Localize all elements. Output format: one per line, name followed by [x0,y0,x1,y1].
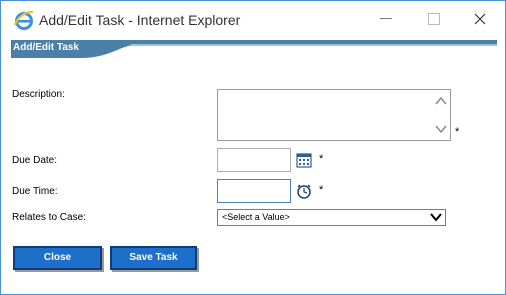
select-value: <Select a Value> [222,212,290,222]
section-title: Add/Edit Task [13,42,79,53]
close-button[interactable]: Close [13,246,102,270]
due-time-label: Due Time: [12,186,58,197]
description-field[interactable] [217,89,451,141]
required-mark: * [319,153,324,165]
calendar-icon[interactable] [296,152,312,168]
relates-to-case-label: Relates to Case: [12,212,86,223]
save-task-button[interactable]: Save Task [110,246,197,270]
clock-icon[interactable] [296,183,312,199]
window-title: Add/Edit Task - Internet Explorer [39,12,241,28]
minimize-button[interactable] [371,7,401,31]
maximize-icon [428,12,440,25]
title-bar: Add/Edit Task - Internet Explorer [1,1,505,39]
ie-logo-icon [14,10,34,30]
minimize-icon [380,18,392,20]
browser-window: Add/Edit Task - Internet Explorer Add/Ed… [0,0,506,295]
description-label: Description: [12,89,65,100]
section-header: Add/Edit Task [11,40,497,58]
required-mark: * [319,184,324,196]
due-date-label: Due Date: [12,155,58,166]
maximize-button[interactable] [419,7,449,31]
due-time-field[interactable] [217,179,291,203]
relates-to-case-select[interactable]: <Select a Value> [217,209,446,226]
chevron-down-icon [430,213,442,222]
scroll-down-icon[interactable] [434,123,448,135]
close-window-button[interactable] [465,7,495,31]
close-icon [474,13,486,25]
due-date-field[interactable] [217,148,291,172]
scroll-up-icon[interactable] [434,95,448,107]
required-mark: * [455,126,460,138]
